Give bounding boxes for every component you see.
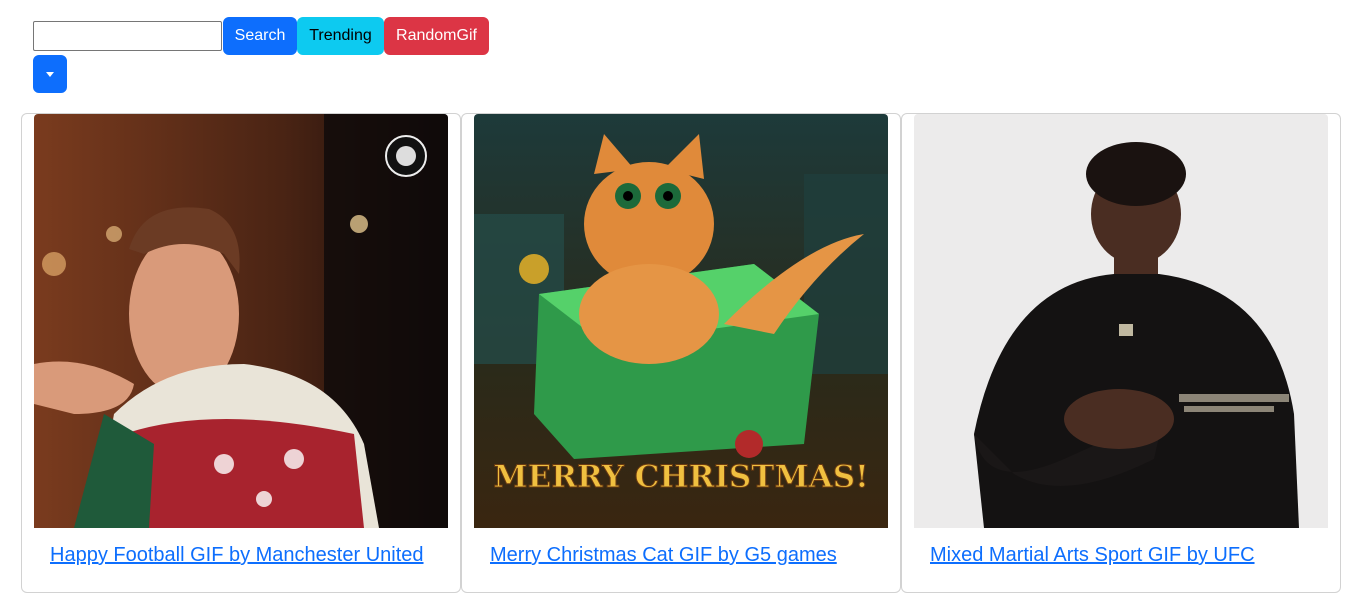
search-input[interactable] (33, 21, 222, 51)
search-toolbar: Search Trending RandomGif (33, 17, 489, 55)
gif-title-link[interactable]: Mixed Martial Arts Sport GIF by UFC (930, 544, 1255, 567)
dropdown-toggle-button[interactable] (33, 55, 67, 93)
gif-image-football[interactable] (34, 114, 448, 528)
gif-title-link[interactable]: Merry Christmas Cat GIF by G5 games (490, 544, 837, 567)
trending-button[interactable]: Trending (297, 17, 384, 55)
gif-image-ufc[interactable] (914, 114, 1328, 528)
random-gif-button[interactable]: RandomGif (384, 17, 489, 55)
gif-card: MERRY CHRISTMAS! Merry Christmas Cat GIF… (461, 113, 901, 593)
caret-down-icon (46, 71, 54, 77)
image-caption-text: MERRY CHRISTMAS! (493, 459, 868, 495)
search-button[interactable]: Search (223, 17, 297, 55)
gif-card: Mixed Martial Arts Sport GIF by UFC (901, 113, 1341, 593)
gif-card: Happy Football GIF by Manchester United (21, 113, 461, 593)
gif-image-christmas-cat[interactable]: MERRY CHRISTMAS! (474, 114, 888, 528)
gif-grid: Happy Football GIF by Manchester United (21, 113, 1341, 593)
gif-title-link[interactable]: Happy Football GIF by Manchester United (50, 544, 424, 567)
